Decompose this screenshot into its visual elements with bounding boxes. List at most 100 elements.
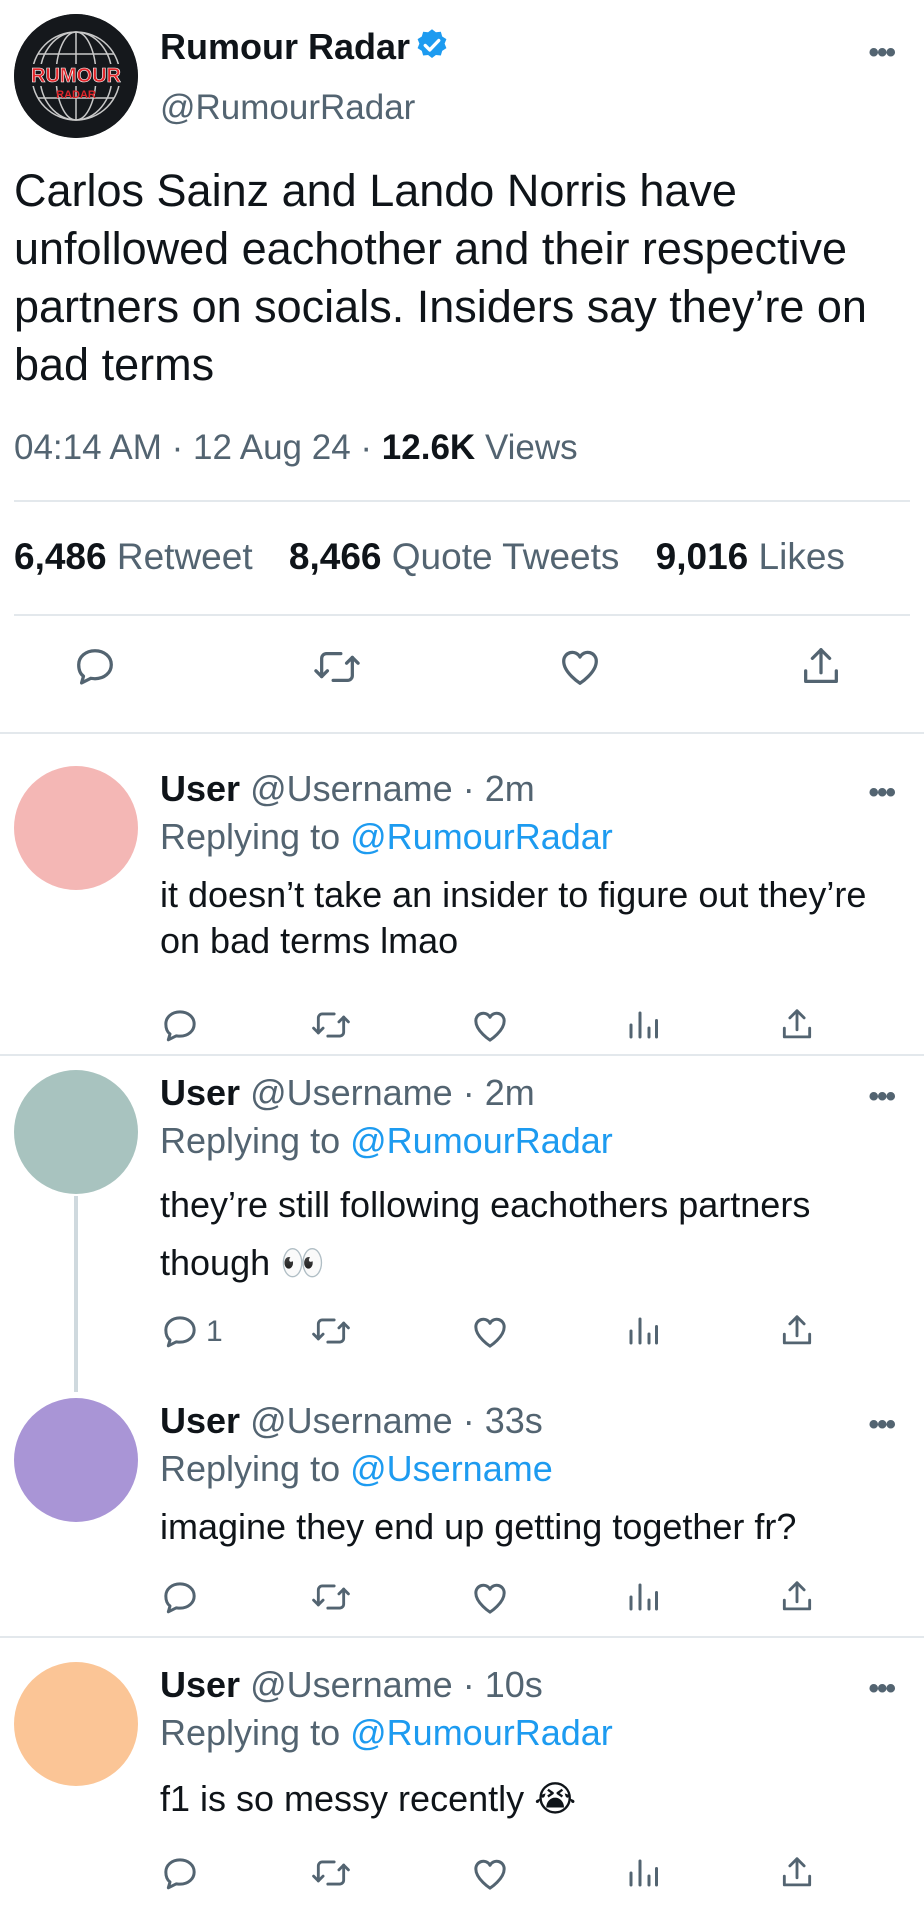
avatar[interactable]	[14, 766, 138, 890]
replying-to-link[interactable]: @RumourRadar	[350, 1712, 613, 1753]
likes-stat[interactable]: 9,016 Likes	[656, 536, 845, 577]
quotes-count: 8,466	[288, 536, 382, 577]
reply-icon[interactable]	[160, 1578, 206, 1618]
replying-prefix: Replying to	[160, 1448, 341, 1489]
share-icon[interactable]	[778, 1854, 816, 1892]
avatar[interactable]	[14, 1662, 138, 1786]
more-options-icon[interactable]: •••	[868, 1408, 895, 1442]
more-options-icon[interactable]: •••	[868, 1080, 895, 1114]
reply-text: f1 is so messy recently 😭	[160, 1778, 577, 1819]
tweet-meta: 04:14 AM · 12 Aug 24 · 12.6K Views	[14, 428, 578, 468]
reply-user-name[interactable]: User	[160, 768, 240, 809]
views-chart-icon[interactable]	[625, 1854, 661, 1892]
globe-logo-icon: RUMOUR RADAR	[14, 14, 138, 138]
engagement-stats: 6,486 Retweet 8,466 Quote Tweets 9,016 L…	[14, 536, 871, 578]
display-name[interactable]: Rumour Radar	[160, 26, 450, 72]
replying-to-link[interactable]: @RumourRadar	[350, 1120, 613, 1161]
reply-text: they’re still following eachothers partn…	[160, 1184, 811, 1283]
divider	[0, 1054, 924, 1056]
reply-header: User @Username · 10s	[160, 1664, 543, 1706]
tweet-text: Carlos Sainz and Lando Norris have unfol…	[14, 165, 867, 390]
tweet-header: RUMOUR RADAR Rumour Radar @RumourRadar •…	[0, 0, 924, 140]
reply-action-bar	[0, 1000, 924, 1060]
reply-text: imagine they end up getting together fr?	[160, 1506, 797, 1547]
reply-handle[interactable]: @Username	[250, 1072, 453, 1113]
reply-user-name[interactable]: User	[160, 1400, 240, 1441]
views-chart-icon[interactable]	[625, 1312, 661, 1350]
replying-to-line: Replying to @RumourRadar	[160, 816, 613, 858]
reply-action-bar: 1	[0, 1306, 924, 1366]
reply-user-name[interactable]: User	[160, 1072, 240, 1113]
replying-to-link[interactable]: @RumourRadar	[350, 816, 613, 857]
reply-header: User @Username · 2m	[160, 1072, 535, 1114]
views-count: 12.6K	[381, 428, 476, 467]
likes-count: 9,016	[655, 536, 749, 577]
retweets-label: Retweet	[116, 536, 253, 577]
replying-prefix: Replying to	[160, 1712, 341, 1753]
retweets-count: 6,486	[14, 536, 107, 577]
quotes-stat[interactable]: 8,466 Quote Tweets	[289, 536, 620, 577]
meta-separator: ·	[360, 428, 373, 467]
share-icon[interactable]	[778, 1006, 816, 1044]
reply-handle[interactable]: @Username	[250, 1400, 453, 1441]
avatar[interactable]	[14, 1070, 138, 1194]
reply-handle[interactable]: @Username	[250, 768, 453, 809]
tweet-date[interactable]: 12 Aug 24	[193, 428, 351, 467]
verified-badge-icon	[414, 27, 450, 72]
likes-label: Likes	[758, 536, 845, 577]
share-icon[interactable]	[778, 1312, 816, 1350]
display-name-text: Rumour Radar	[160, 26, 411, 67]
more-options-icon[interactable]: •••	[868, 776, 895, 810]
retweet-icon[interactable]	[310, 1006, 352, 1044]
replying-to-line: Replying to @Username	[160, 1448, 553, 1490]
divider	[0, 1636, 924, 1638]
svg-text:RADAR: RADAR	[56, 89, 96, 101]
like-heart-icon[interactable]	[470, 1006, 510, 1046]
reply-time: · 10s	[462, 1664, 543, 1705]
tweet-time[interactable]: 04:14 AM	[14, 428, 162, 467]
divider	[14, 614, 910, 616]
retweet-icon[interactable]	[310, 1854, 352, 1892]
replying-prefix: Replying to	[160, 816, 341, 857]
retweets-stat[interactable]: 6,486 Retweet	[14, 536, 253, 577]
reply-handle[interactable]: @Username	[250, 1664, 453, 1705]
replying-to-link[interactable]: @Username	[350, 1448, 553, 1489]
more-options-icon[interactable]: •••	[868, 36, 895, 70]
share-icon[interactable]	[778, 1578, 816, 1616]
reply-action-bar	[0, 1572, 924, 1632]
retweet-icon[interactable]	[310, 1312, 352, 1350]
replying-to-line: Replying to @RumourRadar	[160, 1120, 613, 1162]
rumour-radar-logo-avatar[interactable]: RUMOUR RADAR	[14, 14, 138, 138]
reply-icon[interactable]: 1	[160, 1312, 223, 1352]
like-heart-icon[interactable]	[470, 1854, 510, 1894]
share-icon[interactable]	[798, 644, 844, 690]
reply-icon[interactable]	[160, 1854, 206, 1894]
retweet-icon[interactable]	[310, 1578, 352, 1616]
reply-header: User @Username · 33s	[160, 1400, 543, 1442]
like-heart-icon[interactable]	[556, 644, 604, 690]
reply-header: User @Username · 2m	[160, 768, 535, 810]
reply-icon[interactable]	[72, 644, 118, 690]
svg-text:RUMOUR: RUMOUR	[31, 65, 122, 87]
handle[interactable]: @RumourRadar	[160, 88, 415, 128]
replying-to-line: Replying to @RumourRadar	[160, 1712, 613, 1754]
views-chart-icon[interactable]	[625, 1006, 661, 1044]
reply-user-name[interactable]: User	[160, 1664, 240, 1705]
replying-prefix: Replying to	[160, 1120, 341, 1161]
divider	[0, 732, 924, 734]
divider	[14, 500, 910, 502]
retweet-icon[interactable]	[312, 644, 362, 690]
reply-action-bar	[0, 1848, 924, 1908]
like-heart-icon[interactable]	[470, 1578, 510, 1618]
views-label: Views	[484, 428, 578, 467]
reply-time: · 2m	[462, 1072, 535, 1113]
reply-text: it doesn’t take an insider to figure out…	[160, 874, 867, 961]
avatar[interactable]	[14, 1398, 138, 1522]
views-chart-icon[interactable]	[625, 1578, 661, 1616]
more-options-icon[interactable]: •••	[868, 1672, 895, 1706]
tweet-action-bar	[0, 644, 924, 704]
reply-icon[interactable]	[160, 1006, 206, 1046]
quotes-label: Quote Tweets	[391, 536, 620, 577]
meta-separator: ·	[171, 428, 184, 467]
like-heart-icon[interactable]	[470, 1312, 510, 1352]
